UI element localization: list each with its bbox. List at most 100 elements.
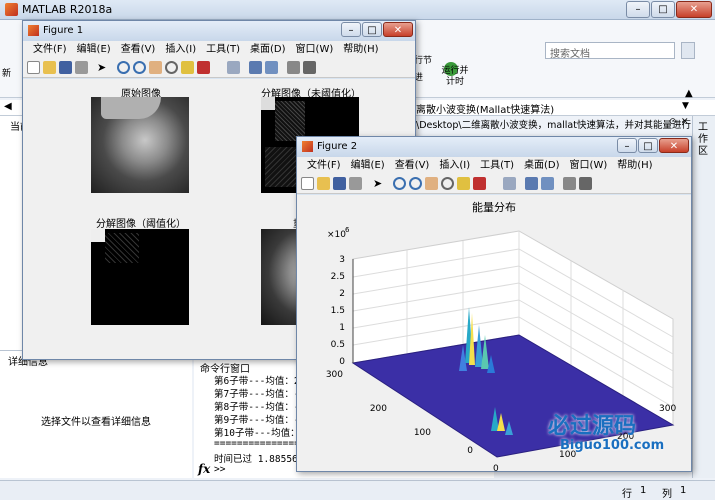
menu-help[interactable]: 帮助(H) — [617, 157, 652, 174]
detail-subband — [105, 233, 139, 263]
ll-subband — [91, 229, 105, 242]
fx-icon[interactable]: fx — [198, 462, 210, 476]
thresholded-image — [91, 229, 189, 325]
caption-thresholded: 分解图像（阈值化） — [96, 219, 186, 230]
run-and-time-button[interactable]: 运行并 计时 — [435, 66, 475, 88]
menu-file[interactable]: 文件(F) — [307, 157, 341, 174]
brush-icon[interactable] — [473, 177, 486, 190]
figure-1-minimize-button[interactable]: – — [341, 22, 361, 37]
menu-edit[interactable]: 编辑(E) — [351, 157, 385, 174]
legend-icon[interactable] — [541, 177, 554, 190]
figure-1-maximize-button[interactable]: □ — [362, 22, 382, 37]
pan-icon[interactable] — [149, 61, 162, 74]
rotate-icon[interactable] — [441, 177, 454, 190]
brush-icon[interactable] — [197, 61, 210, 74]
figure-2-maximize-button[interactable]: □ — [638, 138, 658, 153]
open-icon[interactable] — [43, 61, 56, 74]
pointer-icon[interactable]: ➤ — [373, 177, 386, 190]
save-icon[interactable] — [59, 61, 72, 74]
zoom-out-icon[interactable] — [409, 177, 422, 190]
rotate-icon[interactable] — [165, 61, 178, 74]
new-figure-icon[interactable] — [301, 177, 314, 190]
show-tools-icon[interactable] — [579, 177, 592, 190]
original-image — [91, 97, 189, 193]
colorbar-icon[interactable] — [249, 61, 262, 74]
watermark-url: Biguo100.com — [560, 438, 665, 453]
collapse-ribbon-icon[interactable]: ▲ — [685, 88, 693, 99]
menu-window[interactable]: 窗口(W) — [296, 41, 334, 58]
hide-tools-icon[interactable] — [287, 61, 300, 74]
zoom-in-icon[interactable] — [393, 177, 406, 190]
maximize-button[interactable]: □ — [651, 1, 675, 18]
command-output-line: 第10子带---均值：- — [214, 428, 306, 439]
colorbar-icon[interactable] — [525, 177, 538, 190]
z-tick-label: 2 — [339, 289, 345, 299]
data-cursor-icon[interactable] — [457, 177, 470, 190]
z-exponent-label: ×10 — [327, 230, 346, 240]
open-icon[interactable] — [317, 177, 330, 190]
pan-icon[interactable] — [425, 177, 438, 190]
hide-tools-icon[interactable] — [563, 177, 576, 190]
menu-file[interactable]: 文件(F) — [33, 41, 67, 58]
back-arrow-icon[interactable]: ◀ — [4, 101, 12, 112]
z-tick-label: 1 — [339, 323, 345, 333]
figure-2-close-button[interactable]: ✕ — [659, 138, 689, 153]
workspace-label[interactable]: 工作区 — [698, 122, 710, 158]
new-figure-icon[interactable] — [27, 61, 40, 74]
figure-1-close-button[interactable]: ✕ — [383, 22, 413, 37]
show-tools-icon[interactable] — [303, 61, 316, 74]
chevron-down-icon[interactable]: ▼ — [682, 101, 689, 111]
figure-2-title-bar: Figure 2 – □ ✕ — [297, 137, 691, 157]
close-icon[interactable]: ✕ — [681, 117, 689, 127]
plot-title: 能量分布 — [472, 200, 516, 214]
editor-path-text: \Desktop\二维离散小波变换，mallat快速算法，并对其能量进行... — [416, 120, 701, 131]
details-hint: 选择文件以查看详细信息 — [41, 417, 151, 428]
link-icon[interactable] — [227, 61, 240, 74]
search-input[interactable]: 搜索文档 — [545, 42, 675, 60]
menu-window[interactable]: 窗口(W) — [570, 157, 608, 174]
menu-desktop[interactable]: 桌面(D) — [250, 41, 286, 58]
zoom-out-icon[interactable] — [133, 61, 146, 74]
close-button[interactable]: ✕ — [676, 1, 712, 18]
search-icon[interactable] — [681, 42, 695, 59]
pointer-icon[interactable]: ➤ — [97, 61, 110, 74]
editor-tab-label[interactable]: 离散小波变换(Mallat快速算法) — [416, 101, 554, 116]
menu-desktop[interactable]: 桌面(D) — [524, 157, 560, 174]
new-label[interactable]: 新 — [2, 66, 11, 79]
figure-2-minimize-button[interactable]: – — [617, 138, 637, 153]
command-output-line: 第7子带---均值：-0 — [214, 389, 306, 400]
watermark-text: 必过源码 — [548, 414, 637, 439]
app-title: MATLAB R2018a — [22, 3, 113, 16]
figure-1-toolbar: ➤ — [23, 58, 415, 78]
ll-subband — [261, 97, 275, 110]
menu-insert[interactable]: 插入(I) — [165, 41, 196, 58]
row-label: 行 — [622, 489, 632, 500]
x-tick-label: 300 — [659, 404, 676, 414]
command-output-line: 第8子带---均值：-0 — [214, 402, 306, 413]
legend-icon[interactable] — [265, 61, 278, 74]
menu-help[interactable]: 帮助(H) — [343, 41, 378, 58]
matlab-logo-icon — [5, 3, 18, 16]
command-output-line: 第6子带---均值：2. — [214, 376, 306, 387]
command-prompt[interactable]: >> — [214, 464, 225, 475]
col-value: 1 — [680, 485, 687, 496]
run-section-label[interactable]: 行节 — [414, 53, 432, 66]
data-cursor-icon[interactable] — [181, 61, 194, 74]
minimize-button[interactable]: – — [626, 1, 650, 18]
figure-2-toolbar: ➤ — [297, 174, 691, 194]
menu-edit[interactable]: 编辑(E) — [77, 41, 111, 58]
menu-tools[interactable]: 工具(T) — [480, 157, 514, 174]
menu-view[interactable]: 查看(V) — [121, 41, 156, 58]
zoom-in-icon[interactable] — [117, 61, 130, 74]
workspace-strip[interactable]: 工作区 — [692, 116, 715, 478]
save-icon[interactable] — [333, 177, 346, 190]
y-tick-label: 100 — [414, 428, 431, 438]
print-icon[interactable] — [75, 61, 88, 74]
link-icon[interactable] — [503, 177, 516, 190]
menu-tools[interactable]: 工具(T) — [206, 41, 240, 58]
help-icon[interactable]: ⊙ — [669, 117, 677, 127]
figure-logo-icon — [302, 141, 313, 152]
print-icon[interactable] — [349, 177, 362, 190]
menu-insert[interactable]: 插入(I) — [439, 157, 470, 174]
menu-view[interactable]: 查看(V) — [395, 157, 430, 174]
